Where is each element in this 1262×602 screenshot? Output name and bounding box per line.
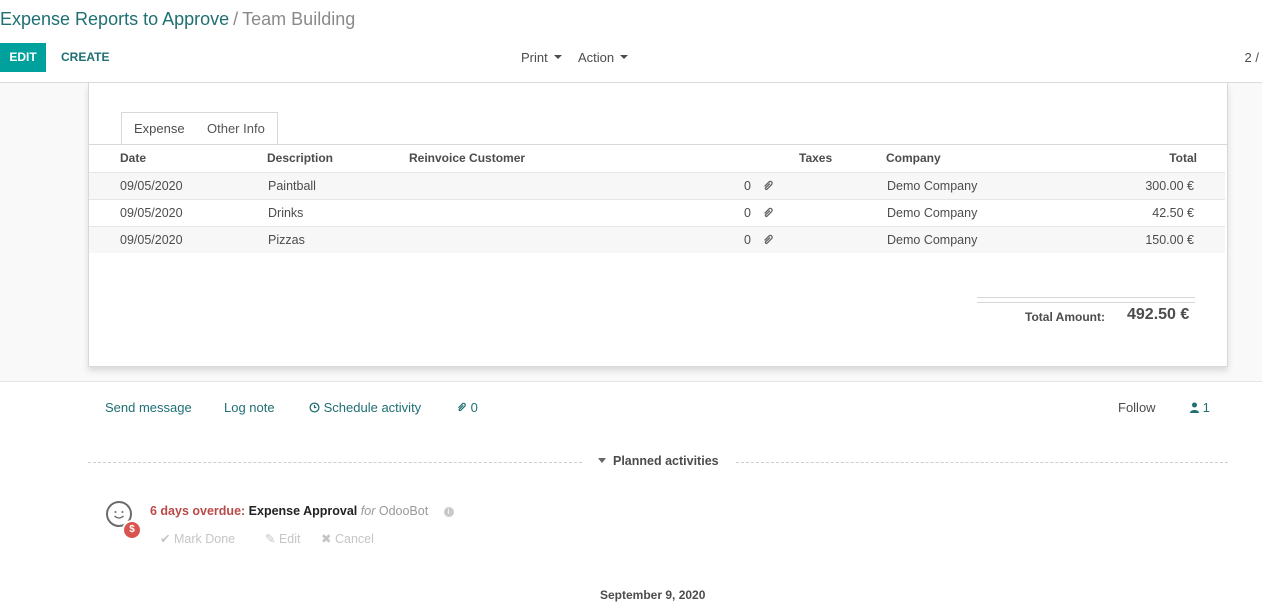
row-date: 09/05/2020 bbox=[120, 233, 183, 247]
row-date: 09/05/2020 bbox=[120, 206, 183, 220]
table-row[interactable]: 09/05/2020 Drinks 0 Demo Company 42.50 € bbox=[89, 199, 1225, 226]
row-total: 150.00 € bbox=[1145, 233, 1194, 247]
table-row[interactable]: 09/05/2020 Paintball 0 Demo Company 300.… bbox=[89, 172, 1225, 199]
activity-item: 6 days overdue: Expense Approval for Odo… bbox=[150, 504, 454, 518]
caret-down-icon bbox=[620, 55, 629, 59]
action-label: Action bbox=[578, 50, 615, 65]
edit-label: Edit bbox=[278, 532, 301, 546]
check-icon: ✔ bbox=[160, 532, 171, 546]
row-description: Pizzas bbox=[268, 233, 305, 247]
paperclip-icon[interactable] bbox=[762, 207, 774, 222]
dollar-icon: $ bbox=[122, 520, 142, 540]
column-header-description[interactable]: Description bbox=[267, 151, 333, 165]
date-separator: September 9, 2020 bbox=[600, 588, 706, 602]
form-background: Expense Other Info Date Description Rein… bbox=[0, 83, 1262, 382]
row-company: Demo Company bbox=[887, 233, 978, 247]
activity-title: Expense Approval bbox=[248, 504, 358, 518]
row-attachment-count: 0 bbox=[744, 206, 751, 220]
schedule-activity-label: Schedule activity bbox=[323, 400, 422, 415]
control-panel: Expense Reports to Approve / Team Building… bbox=[0, 0, 1262, 83]
breadcrumb-separator: / bbox=[233, 9, 239, 29]
breadcrumb-current: Team Building bbox=[242, 9, 356, 29]
form-sheet: Expense Other Info Date Description Rein… bbox=[88, 83, 1228, 367]
cancel-label: Cancel bbox=[334, 532, 374, 546]
pencil-icon: ✎ bbox=[265, 532, 276, 546]
planned-activities-toggle[interactable]: Planned activities bbox=[598, 454, 719, 468]
paperclip-icon[interactable] bbox=[762, 180, 774, 195]
total-amount-value: 492.50 € bbox=[1127, 306, 1190, 323]
row-description: Drinks bbox=[268, 206, 304, 220]
row-total: 300.00 € bbox=[1145, 179, 1194, 193]
column-header-company[interactable]: Company bbox=[886, 151, 941, 165]
activity-for: for bbox=[360, 504, 376, 518]
tab-other-info[interactable]: Other Info bbox=[195, 112, 278, 144]
caret-down-icon bbox=[553, 55, 562, 59]
activity-user: OdooBot bbox=[378, 504, 429, 518]
activity-overdue: 6 days overdue: bbox=[150, 504, 246, 518]
clock-icon bbox=[309, 400, 320, 415]
tab-expense[interactable]: Expense bbox=[121, 112, 198, 145]
schedule-activity-button[interactable]: Schedule activity bbox=[309, 400, 421, 415]
row-attachment-count: 0 bbox=[744, 179, 751, 193]
activity-edit-button[interactable]: ✎ Edit bbox=[265, 531, 301, 546]
row-total: 42.50 € bbox=[1152, 206, 1194, 220]
breadcrumb: Expense Reports to Approve / Team Building bbox=[0, 9, 355, 30]
breadcrumb-parent-link[interactable]: Expense Reports to Approve bbox=[0, 9, 229, 29]
row-attachment-count: 0 bbox=[744, 233, 751, 247]
send-message-button[interactable]: Send message bbox=[105, 400, 192, 415]
activity-cancel-button[interactable]: ✖ Cancel bbox=[321, 531, 374, 546]
column-header-taxes[interactable]: Taxes bbox=[799, 151, 832, 165]
planned-activities-label: Planned activities bbox=[613, 454, 719, 468]
separator-line bbox=[736, 462, 1228, 463]
column-header-reinvoice-customer[interactable]: Reinvoice Customer bbox=[409, 151, 525, 165]
followers-count: 1 bbox=[1202, 400, 1210, 415]
action-dropdown[interactable]: Action bbox=[578, 50, 629, 65]
paperclip-icon[interactable] bbox=[762, 234, 774, 249]
print-label: Print bbox=[521, 50, 548, 65]
row-description: Paintball bbox=[268, 179, 316, 193]
row-company: Demo Company bbox=[887, 179, 978, 193]
tab-divider bbox=[89, 144, 1227, 145]
caret-down-icon bbox=[598, 458, 606, 463]
log-note-button[interactable]: Log note bbox=[224, 400, 275, 415]
total-amount-label: Total Amount: bbox=[1025, 310, 1105, 324]
row-company: Demo Company bbox=[887, 206, 978, 220]
follow-button[interactable]: Follow bbox=[1118, 400, 1156, 415]
total-divider bbox=[977, 297, 1195, 298]
info-icon[interactable]: i bbox=[443, 507, 454, 517]
print-dropdown[interactable]: Print bbox=[521, 50, 562, 65]
separator-line bbox=[88, 462, 582, 463]
followers-button[interactable]: 1 bbox=[1190, 400, 1210, 415]
column-header-total[interactable]: Total bbox=[1169, 151, 1197, 165]
table-row[interactable]: 09/05/2020 Pizzas 0 Demo Company 150.00 … bbox=[89, 226, 1225, 253]
column-header-date[interactable]: Date bbox=[120, 151, 146, 165]
pager-value[interactable]: 2 / bbox=[1245, 50, 1259, 65]
create-button[interactable]: CREATE bbox=[61, 50, 109, 64]
user-icon bbox=[1190, 400, 1199, 415]
row-date: 09/05/2020 bbox=[120, 179, 183, 193]
attachments-count: 0 bbox=[470, 400, 478, 415]
mark-done-label: Mark Done bbox=[173, 532, 236, 546]
paperclip-icon bbox=[456, 400, 467, 415]
total-divider bbox=[977, 302, 1195, 303]
attachments-button[interactable]: 0 bbox=[456, 400, 478, 415]
edit-button[interactable]: EDIT bbox=[0, 43, 46, 72]
times-icon: ✖ bbox=[321, 532, 332, 546]
mark-done-button[interactable]: ✔ Mark Done bbox=[160, 531, 235, 546]
